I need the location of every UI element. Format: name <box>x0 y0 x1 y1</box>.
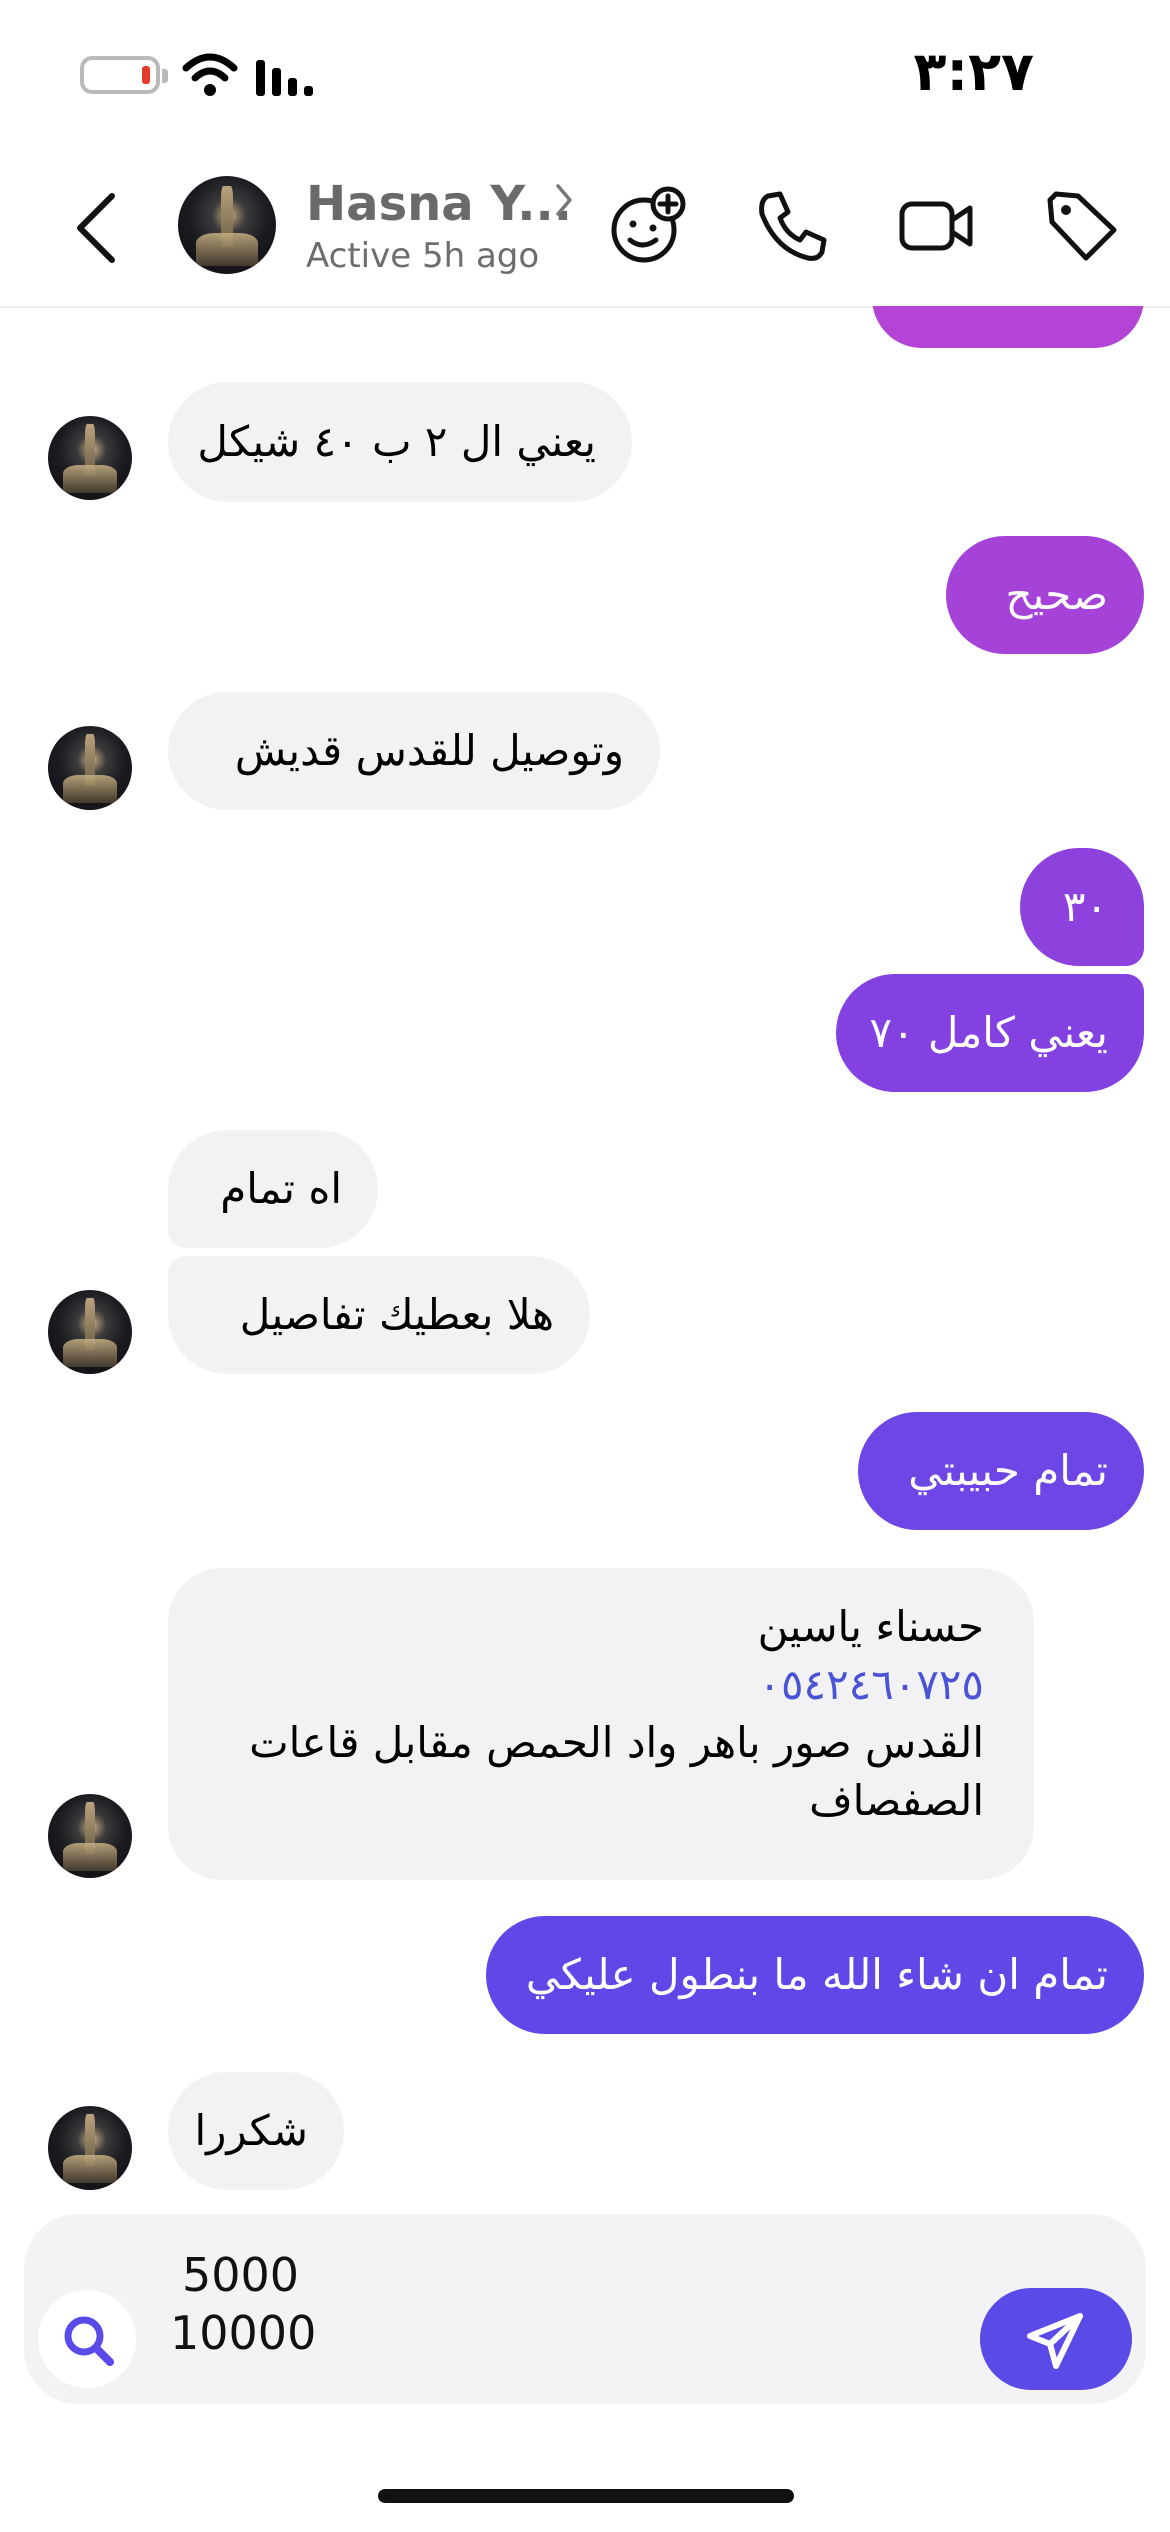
search-button[interactable] <box>38 2290 136 2388</box>
phone-icon[interactable] <box>752 186 832 266</box>
sender-avatar[interactable] <box>48 1794 132 1878</box>
contact-name[interactable]: Hasna Y... <box>306 176 572 232</box>
chevron-right-icon[interactable] <box>552 180 576 220</box>
message-composer[interactable]: 5000 10000 <box>24 2214 1146 2404</box>
message-bubble-outgoing[interactable]: يعني كامل ٧٠ <box>836 974 1144 1092</box>
message-bubble-outgoing[interactable]: صحيح <box>946 536 1144 654</box>
message-bubble-incoming[interactable]: وتوصيل للقدس قديش <box>168 692 660 810</box>
send-button[interactable] <box>980 2288 1132 2390</box>
phone-number-link[interactable]: ٠٥٤٢٤٦٠٧٢٥ <box>204 1656 984 1714</box>
message-bubble-contact-details[interactable]: حسناء ياسين ٠٥٤٢٤٦٠٧٢٥ القدس صور باهر وا… <box>168 1568 1034 1880</box>
address-line: الصفصاف <box>809 1776 984 1825</box>
video-camera-icon[interactable] <box>896 186 976 266</box>
battery-icon <box>80 56 168 94</box>
status-time: ٣:٢٧ <box>913 40 1034 103</box>
message-bubble-incoming[interactable]: يعني ال ٢ ب ٤٠ شيكل <box>168 382 632 502</box>
message-bubble-outgoing[interactable]: ٣٠ <box>1020 848 1144 966</box>
message-input[interactable]: 5000 10000 <box>170 2246 316 2362</box>
wifi-icon <box>182 53 238 96</box>
sender-avatar[interactable] <box>48 416 132 500</box>
address-line: القدس صور باهر واد الحمص مقابل قاعات <box>249 1718 984 1767</box>
contact-avatar[interactable] <box>178 176 276 274</box>
message-bubble-outgoing[interactable] <box>872 306 1144 348</box>
message-list[interactable]: يعني ال ٢ ب ٤٠ شيكل صحيح وتوصيل للقدس قد… <box>0 306 1170 2206</box>
contact-name-line: حسناء ياسين <box>757 1602 984 1651</box>
status-bar: ٣:٢٧ <box>0 0 1170 150</box>
sender-avatar[interactable] <box>48 1290 132 1374</box>
message-bubble-incoming[interactable]: شكررا <box>168 2072 344 2190</box>
sender-avatar[interactable] <box>48 2106 132 2190</box>
message-bubble-outgoing[interactable]: تمام ان شاء الله ما بنطول عليكي <box>486 1916 1144 2034</box>
send-icon <box>1027 2313 1083 2369</box>
chat-header: Hasna Y... Active 5h ago <box>0 150 1170 308</box>
home-indicator[interactable] <box>378 2489 794 2503</box>
cellular-signal-icon <box>256 60 313 96</box>
message-bubble-outgoing[interactable]: تمام حبيبتي <box>858 1412 1144 1530</box>
back-chevron-icon[interactable] <box>64 186 128 270</box>
message-bubble-incoming[interactable]: اه تمام <box>168 1130 378 1248</box>
tag-icon[interactable] <box>1040 186 1120 266</box>
sender-avatar[interactable] <box>48 726 132 810</box>
effects-face-icon[interactable] <box>608 186 688 266</box>
search-icon <box>64 2316 114 2366</box>
message-bubble-incoming[interactable]: هلا بعطيك تفاصيل <box>168 1256 590 1374</box>
contact-active-status: Active 5h ago <box>306 236 540 276</box>
